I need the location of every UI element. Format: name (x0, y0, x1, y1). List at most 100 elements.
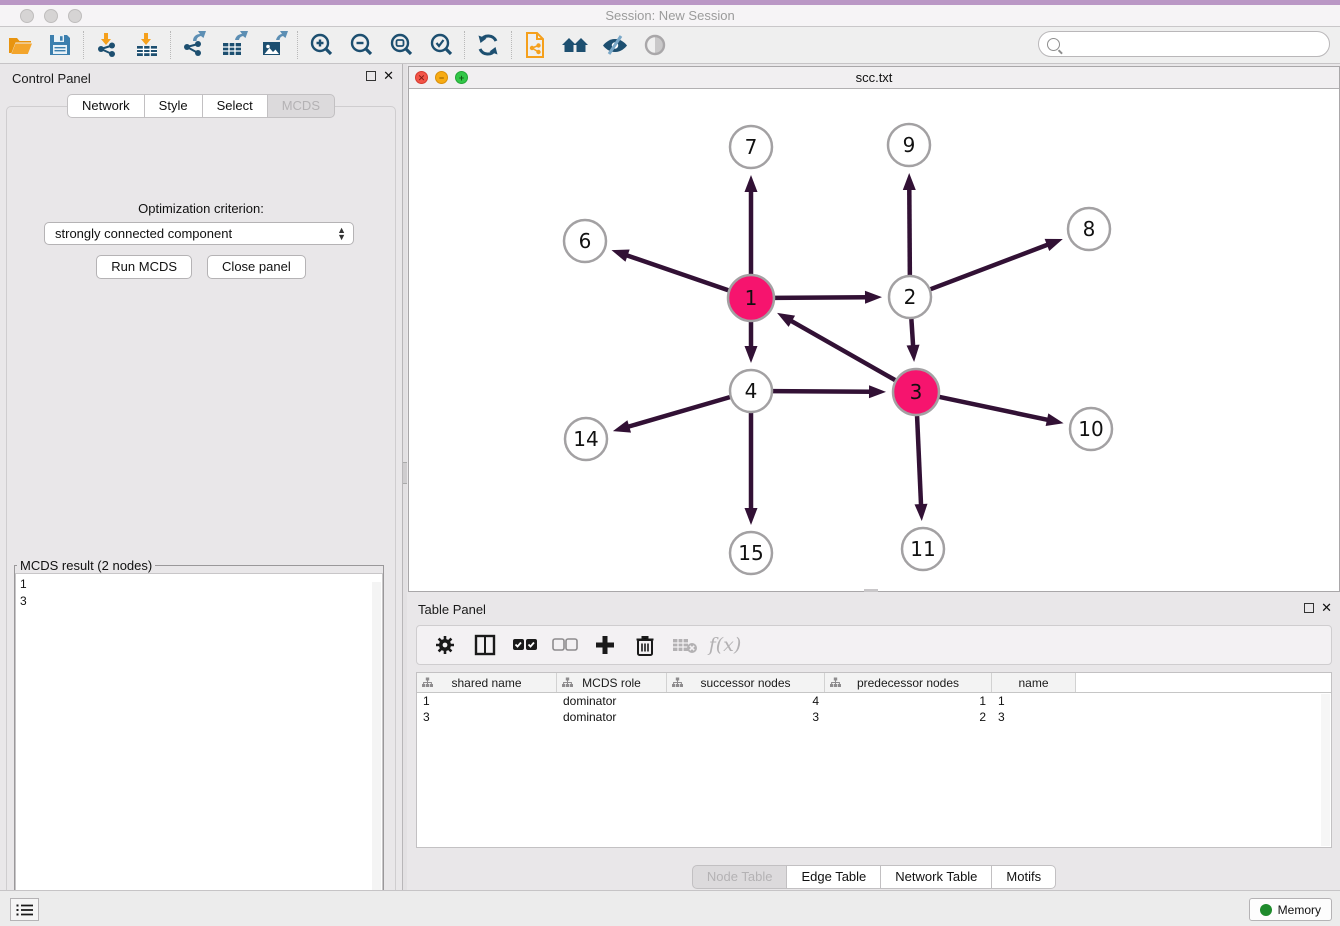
column-header-shared-name[interactable]: shared name (417, 673, 557, 692)
cell-predecessor-nodes[interactable]: 2 (825, 709, 992, 725)
cell-name[interactable]: 3 (992, 709, 1076, 725)
tab-select[interactable]: Select (203, 94, 268, 118)
new-network-from-selection-icon[interactable] (515, 29, 555, 61)
arrowhead-3-1 (777, 313, 795, 327)
split-columns-icon[interactable] (467, 629, 503, 661)
first-neighbors-icon[interactable] (555, 29, 595, 61)
zoom-out-icon[interactable] (341, 29, 381, 61)
gear-icon[interactable] (427, 629, 463, 661)
search-icon (1047, 38, 1060, 51)
node-label-9: 9 (903, 133, 916, 157)
network-canvas[interactable]: 7968124314101511 (409, 89, 1339, 591)
cell-name[interactable]: 1 (992, 693, 1076, 709)
edge-3-11[interactable] (917, 416, 921, 507)
divider-grip[interactable] (403, 462, 407, 484)
save-session-icon[interactable] (40, 29, 80, 61)
zoom-fit-icon[interactable] (381, 29, 421, 61)
application-window: Session: New Session (0, 0, 1340, 926)
edge-4-3[interactable] (773, 391, 872, 392)
node-label-4: 4 (745, 379, 758, 403)
panel-divider[interactable] (402, 64, 407, 890)
float-table-panel-icon[interactable] (1304, 603, 1314, 613)
memory-button[interactable]: Memory (1249, 898, 1332, 921)
network-resize-grip[interactable] (864, 589, 878, 592)
deselect-all-columns-icon[interactable] (547, 629, 583, 661)
function-builder-icon[interactable]: f(x) (707, 629, 743, 661)
edge-4-14[interactable] (626, 397, 730, 427)
export-table-icon[interactable] (214, 29, 254, 61)
network-view-title: scc.txt (409, 70, 1339, 85)
close-panel-icon[interactable]: ✕ (383, 71, 394, 81)
select-all-columns-icon[interactable] (507, 629, 543, 661)
result-scrollbar[interactable] (372, 582, 381, 926)
toolbar-separator (297, 31, 298, 59)
zoom-selected-icon[interactable] (421, 29, 461, 61)
export-image-icon[interactable] (254, 29, 294, 61)
column-header-name[interactable]: name (992, 673, 1076, 692)
toolbar-separator (83, 31, 84, 59)
column-header-successor-nodes[interactable]: successor nodes (667, 673, 825, 692)
export-network-icon[interactable] (174, 29, 214, 61)
close-table-panel-icon[interactable]: ✕ (1321, 603, 1332, 613)
import-table-icon[interactable] (127, 29, 167, 61)
float-panel-icon[interactable] (366, 71, 376, 81)
search-input[interactable] (1065, 34, 1329, 54)
delete-column-icon[interactable] (627, 629, 663, 661)
add-column-icon[interactable] (587, 629, 623, 661)
edge-2-9[interactable] (909, 187, 910, 275)
arrowhead-2-8 (1045, 239, 1063, 251)
open-file-icon[interactable] (0, 29, 40, 61)
cell-predecessor-nodes[interactable]: 1 (825, 693, 992, 709)
edge-2-8[interactable] (931, 244, 1050, 289)
edge-3-10[interactable] (939, 397, 1049, 420)
table-panel: Table Panel ✕ (408, 596, 1340, 888)
delete-table-icon[interactable] (667, 629, 703, 661)
show-all-icon[interactable] (635, 29, 675, 61)
edge-2-3[interactable] (911, 319, 913, 348)
column-header-predecessor-nodes[interactable]: predecessor nodes (825, 673, 992, 692)
task-history-icon[interactable] (10, 898, 39, 921)
zoom-in-icon[interactable] (301, 29, 341, 61)
cell-shared-name[interactable]: 1 (417, 693, 557, 709)
run-mcds-button[interactable]: Run MCDS (96, 255, 192, 279)
tab-motifs[interactable]: Motifs (992, 865, 1056, 889)
tab-network[interactable]: Network (67, 94, 145, 118)
table-row[interactable]: 3dominator323 (417, 709, 1331, 725)
arrowhead-1-6 (611, 249, 629, 261)
criterion-select[interactable]: strongly connected component ▲▼ (44, 222, 354, 245)
column-header-filler (1076, 673, 1331, 692)
node-label-3: 3 (910, 380, 923, 404)
edge-1-2[interactable] (775, 297, 868, 298)
edge-1-6[interactable] (625, 255, 729, 291)
column-header-MCDS-role[interactable]: MCDS role (557, 673, 667, 692)
tab-node-table[interactable]: Node Table (692, 865, 788, 889)
cell-shared-name[interactable]: 3 (417, 709, 557, 725)
cell-MCDS-role[interactable]: dominator (557, 709, 667, 725)
memory-label: Memory (1278, 903, 1321, 917)
table-row[interactable]: 1dominator411 (417, 693, 1331, 709)
node-label-15: 15 (738, 541, 763, 565)
cell-successor-nodes[interactable]: 3 (667, 709, 825, 725)
tab-style[interactable]: Style (145, 94, 203, 118)
network-window-titlebar[interactable]: ✕ − + scc.txt (409, 67, 1339, 89)
optimization-criterion-label: Optimization criterion: (0, 201, 402, 216)
arrowhead-1-4 (745, 346, 758, 363)
tab-network-table[interactable]: Network Table (881, 865, 992, 889)
edge-3-1[interactable] (789, 320, 895, 380)
tab-edge-table[interactable]: Edge Table (787, 865, 881, 889)
network-graph[interactable]: 7968124314101511 (409, 89, 1339, 591)
close-panel-button[interactable]: Close panel (207, 255, 306, 279)
cell-successor-nodes[interactable]: 4 (667, 693, 825, 709)
network-view-window: ✕ − + scc.txt 7968124314101511 (408, 66, 1340, 592)
refresh-icon[interactable] (468, 29, 508, 61)
table-scrollbar[interactable] (1321, 694, 1330, 846)
import-network-icon[interactable] (87, 29, 127, 61)
search-field (1038, 31, 1330, 57)
node-table-rows: 1dominator4113dominator323 (417, 693, 1331, 725)
mcds-result-text[interactable]: 1 3 (15, 573, 383, 919)
toolbar-separator (464, 31, 465, 59)
node-table: shared nameMCDS rolesuccessor nodesprede… (416, 672, 1332, 848)
cell-MCDS-role[interactable]: dominator (557, 693, 667, 709)
hide-selected-icon[interactable] (595, 29, 635, 61)
tab-mcds[interactable]: MCDS (268, 94, 335, 118)
